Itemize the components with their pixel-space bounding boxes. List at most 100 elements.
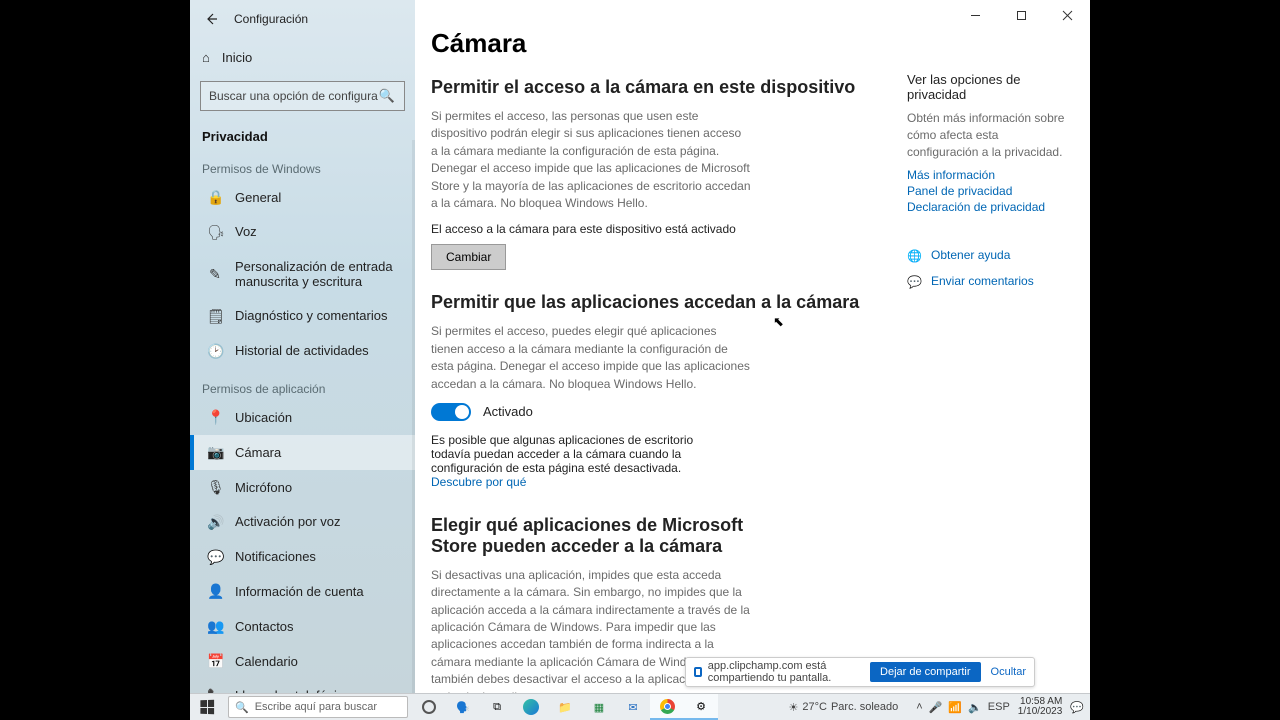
taskbar-search[interactable]: 🔍 Escribe aquí para buscar [228,696,408,718]
weather-temp: 27°C [802,701,827,713]
gear-icon: ⚙ [696,700,706,713]
contacts-icon: 👥 [207,618,223,635]
home-label: Inicio [222,50,252,65]
help-icon: 🌐 [907,249,921,263]
explorer-button[interactable]: 📁 [548,694,582,720]
nav-contacts[interactable]: 👥Contactos [190,609,415,644]
section-description: Si permites el acceso, las personas que … [431,108,751,212]
taskbar-tray: ☀ 27°C Parc. soleado ˄ 🎤 📶 🔈 ESP 10:58 A… [789,694,1090,720]
cortana-icon [422,700,436,714]
mail-button[interactable]: ✉ [616,694,650,720]
search-placeholder: Escribe aquí para buscar [255,701,377,713]
apps-access-toggle[interactable] [431,403,471,421]
back-button[interactable] [202,10,220,28]
section-heading: Permitir que las aplicaciones accedan a … [431,292,861,313]
edge-icon [523,699,539,715]
nav-inking[interactable]: ✎Personalización de entrada manuscrita y… [190,250,415,299]
nav-location[interactable]: 📍Ubicación [190,400,415,435]
nav-account-info[interactable]: 👤Información de cuenta [190,574,415,609]
account-icon: 👤 [207,583,223,600]
taskbar-pinned: 🗣️ ⧉ 📁 ▦ ✉ ⚙ [412,694,718,720]
give-feedback-link[interactable]: Enviar comentarios [931,274,1034,288]
discover-why-link[interactable]: Descubre por qué [431,475,526,489]
sheets-icon: ▦ [594,701,604,714]
history-icon: 🕑 [207,343,223,360]
privacy-dashboard-link[interactable]: Panel de privacidad [907,184,1072,198]
category-heading: Privacidad [190,121,415,148]
nav-diagnostics[interactable]: 🗒Diagnóstico y comentarios [190,299,415,334]
change-button[interactable]: Cambiar [431,244,506,270]
mail-icon: ✉ [628,701,637,714]
section-heading: Permitir el acceso a la cámara en este d… [431,77,861,98]
letterbox [1090,0,1280,720]
date: 1/10/2023 [1018,707,1063,718]
nav-camera[interactable]: 📷Cámara [190,435,415,470]
notifications-icon: 💬 [207,549,223,566]
nav-group-heading: Permisos de aplicación [190,368,415,400]
notifications-icon[interactable]: 💬 [1070,701,1084,714]
nav-calendar[interactable]: 📅Calendario [190,644,415,679]
nav-general[interactable]: 🔒General [190,180,415,215]
volume-icon[interactable]: 🔈 [968,701,982,714]
get-help-link[interactable]: Obtener ayuda [931,248,1010,262]
system-tray[interactable]: ˄ 🎤 📶 🔈 ESP [916,701,1010,714]
clock[interactable]: 10:58 AM 1/10/2023 [1018,697,1063,718]
home-icon: ⌂ [202,50,210,65]
voice-icon: 🗣 [207,224,223,241]
page-title: Cámara [431,28,861,59]
sidebar: Configuración ⌂ Inicio 🔍 Privacidad Perm… [190,0,415,693]
sharing-message: app.clipchamp.com está compartiendo tu p… [694,660,860,684]
cortana-button[interactable] [412,694,446,720]
more-info-link[interactable]: Más información [907,168,1072,182]
privacy-statement-link[interactable]: Declaración de privacidad [907,200,1072,214]
nav-group-heading: Permisos de Windows [190,148,415,180]
screen-sharing-bar: app.clipchamp.com está compartiendo tu p… [685,657,1035,687]
pen-icon: ✎ [207,266,223,283]
location-icon: 📍 [207,409,223,426]
settings-taskbar-button[interactable]: ⚙ [684,694,718,720]
chrome-icon [660,699,675,714]
nav-voice-activation[interactable]: 🔊Activación por voz [190,505,415,540]
edge-button[interactable] [514,694,548,720]
stop-sharing-button[interactable]: Dejar de compartir [870,662,980,682]
home-button[interactable]: ⌂ Inicio [190,40,415,75]
start-button[interactable] [190,694,224,720]
folder-icon: 📁 [558,701,572,714]
camera-icon: 📷 [207,444,223,461]
wifi-icon[interactable]: 📶 [948,701,962,714]
rail-description: Obtén más información sobre cómo afecta … [907,110,1072,160]
nav-notifications[interactable]: 💬Notificaciones [190,540,415,575]
info-rail: Ver las opciones de privacidad Obtén más… [907,72,1072,290]
task-view-icon: ⧉ [493,701,501,714]
letterbox [0,0,190,720]
task-view-button[interactable]: ⧉ [480,694,514,720]
window-title: Configuración [234,12,308,26]
section-heading: Elegir qué aplicaciones de Microsoft Sto… [431,515,761,557]
taskbar: 🔍 Escribe aquí para buscar 🗣️ ⧉ 📁 ▦ ✉ ⚙ … [190,693,1090,720]
feedback-icon: 🗒 [207,308,223,325]
toggle-state: Activado [483,404,533,419]
windows-icon [200,700,214,715]
nav-activity[interactable]: 🕑Historial de actividades [190,334,415,369]
language-indicator[interactable]: ESP [988,701,1010,713]
weather-widget[interactable]: ☀ 27°C Parc. soleado [789,701,899,714]
search-input[interactable] [200,81,405,111]
microphone-icon: 🎙 [207,479,223,496]
chevron-up-icon[interactable]: ˄ [916,701,922,713]
microphone-tray-icon[interactable]: 🎤 [929,701,943,714]
search-icon: 🔍 [379,88,395,104]
hide-sharing-button[interactable]: Ocultar [991,666,1026,678]
weather-desc: Parc. soleado [831,701,898,713]
desktop-apps-note: Es posible que algunas aplicaciones de e… [431,433,731,489]
speech-button[interactable]: 🗣️ [446,694,480,720]
rail-title: Ver las opciones de privacidad [907,72,1072,102]
speech-icon: 🗣️ [456,701,470,714]
sheets-button[interactable]: ▦ [582,694,616,720]
chrome-button[interactable] [650,694,684,720]
voice-activation-icon: 🔊 [207,514,223,531]
device-access-status: El acceso a la cámara para este disposit… [431,222,861,236]
nav-voice[interactable]: 🗣Voz [190,215,415,250]
nav-microphone[interactable]: 🎙Micrófono [190,470,415,505]
search-icon: 🔍 [235,701,249,714]
sharing-indicator-icon [694,667,702,677]
